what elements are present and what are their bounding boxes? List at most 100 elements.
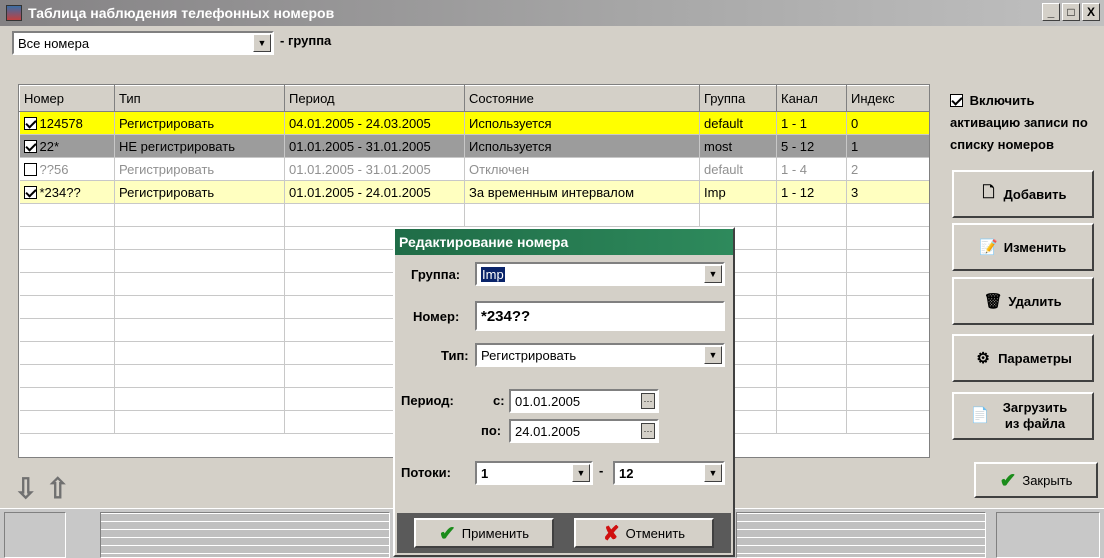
table-cell-period[interactable]: 04.01.2005 - 24.03.2005 [284, 111, 465, 135]
date-picker-icon[interactable]: ··· [641, 393, 655, 409]
date-picker-icon[interactable]: ··· [641, 423, 655, 439]
dialog-button-bar: ✔ Применить ✘ Отменить [397, 513, 731, 553]
table-cell-channel[interactable]: 1 - 12 [776, 180, 847, 204]
empty-cell [19, 249, 115, 273]
move-down-icon[interactable]: ⇩ [14, 472, 37, 505]
table-cell-type[interactable]: Регистрировать [114, 157, 285, 181]
apply-button[interactable]: ✔ Применить [414, 518, 554, 548]
table-cell-channel[interactable]: 5 - 12 [776, 134, 847, 158]
table-cell-type[interactable]: НЕ регистрировать [114, 134, 285, 158]
table-row[interactable]: 124578 Регистрировать 04.01.2005 - 24.03.2… [19, 111, 929, 135]
table-cell-state[interactable]: Используется [464, 111, 700, 135]
stream-from-select[interactable]: 1 ▼ [475, 461, 593, 485]
stream-to-select[interactable]: 12 ▼ [613, 461, 725, 485]
col-channel[interactable]: Канал [776, 85, 847, 112]
chevron-down-icon[interactable]: ▼ [704, 346, 722, 364]
table-cell-number[interactable]: 22* [19, 134, 115, 158]
table-row[interactable]: *234?? Регистрировать 01.01.2005 - 24.01.2… [19, 180, 929, 204]
table-cell-period[interactable]: 01.01.2005 - 31.01.2005 [284, 134, 465, 158]
maximize-button[interactable]: □ [1062, 3, 1080, 21]
enable-recording-checkbox[interactable] [950, 94, 963, 107]
table-cell-type[interactable]: Регистрировать [114, 180, 285, 204]
empty-cell [776, 249, 847, 273]
period-from-input[interactable]: 01.01.2005 ··· [509, 389, 659, 413]
table-row[interactable]: 22* НЕ регистрировать 01.01.2005 - 31.01.2… [19, 134, 929, 158]
close-button[interactable]: ✔ Закрыть [974, 462, 1098, 498]
period-to-input[interactable]: 24.01.2005 ··· [509, 419, 659, 443]
chevron-down-icon[interactable]: ▼ [704, 464, 722, 482]
table-cell-channel[interactable]: 1 - 4 [776, 157, 847, 181]
table-cell-number[interactable]: ??56 [19, 157, 115, 181]
table-cell-state[interactable]: За временным интервалом [464, 180, 700, 204]
table-cell-number[interactable]: 124578 [19, 111, 115, 135]
empty-cell [846, 364, 929, 388]
minimize-button[interactable]: _ [1042, 3, 1060, 21]
group-field-label: Группа: [411, 267, 461, 282]
empty-cell [114, 318, 285, 342]
move-up-icon[interactable]: ⇧ [46, 472, 69, 505]
window-title-bar[interactable]: Таблица наблюдения телефонных номеров _ … [0, 0, 1104, 26]
empty-cell [114, 272, 285, 296]
app-icon [6, 5, 22, 21]
type-select-value: Регистрировать [481, 347, 577, 363]
table-cell-group[interactable]: default [699, 157, 777, 181]
empty-cell [846, 295, 929, 319]
table-cell-group[interactable]: most [699, 134, 777, 158]
empty-cell [846, 249, 929, 273]
row-checkbox[interactable] [23, 139, 37, 153]
add-button[interactable]: 🗋 Добавить [952, 170, 1094, 218]
table-cell-channel[interactable]: 1 - 1 [776, 111, 847, 135]
close-window-button[interactable]: X [1082, 3, 1100, 21]
delete-button[interactable]: 🗑 Удалить [952, 277, 1094, 325]
table-cell-index[interactable]: 0 [846, 111, 929, 135]
table-cell-group[interactable]: Imp [699, 180, 777, 204]
chevron-down-icon[interactable]: ▼ [253, 34, 271, 52]
period-from-value: 01.01.2005 [515, 393, 581, 409]
parameters-button[interactable]: ⚙ Параметры [952, 334, 1094, 382]
col-number[interactable]: Номер [19, 85, 115, 112]
col-index[interactable]: Индекс [846, 85, 929, 112]
status-cell-2 [100, 512, 390, 558]
table-cell-type[interactable]: Регистрировать [114, 111, 285, 135]
empty-cell [776, 226, 847, 250]
number-filter-select[interactable]: Все номера ▼ [12, 31, 274, 55]
empty-cell [846, 410, 929, 434]
table-row[interactable]: ??56 Регистрировать 01.01.2005 - 31.01.200… [19, 157, 929, 181]
col-type[interactable]: Тип [114, 85, 285, 112]
period-to-label: по: [481, 423, 502, 438]
load-from-file-button[interactable]: 📄 Загрузить из файла [952, 392, 1094, 440]
load-from-file-label: Загрузить из файла [1002, 400, 1068, 431]
table-cell-period[interactable]: 01.01.2005 - 24.01.2005 [284, 180, 465, 204]
new-document-icon: 🗋 [982, 183, 995, 201]
enable-recording-option[interactable]: Включить активацию записи по списку номе… [950, 90, 1100, 156]
chevron-down-icon[interactable]: ▼ [572, 464, 590, 482]
dialog-title[interactable]: Редактирование номера [395, 229, 733, 255]
row-checkbox[interactable] [23, 185, 37, 199]
col-period[interactable]: Период [284, 85, 465, 112]
table-cell-state[interactable]: Используется [464, 134, 700, 158]
table-cell-index[interactable]: 1 [846, 134, 929, 158]
edit-number-dialog[interactable]: Редактирование номера Группа: Imp ▼ Номе… [393, 227, 735, 557]
number-input[interactable]: *234?? [475, 301, 725, 331]
col-group[interactable]: Группа [699, 85, 777, 112]
table-cell-state[interactable]: Отключен [464, 157, 700, 181]
col-state[interactable]: Состояние [464, 85, 700, 112]
row-checkbox[interactable] [23, 116, 37, 130]
chevron-down-icon[interactable]: ▼ [704, 265, 722, 283]
cancel-button-label: Отменить [625, 525, 686, 541]
row-number-text: ??56 [39, 161, 69, 177]
table-cell-index[interactable]: 2 [846, 157, 929, 181]
table-cell-group[interactable]: default [699, 111, 777, 135]
table-cell-period[interactable]: 01.01.2005 - 31.01.2005 [284, 157, 465, 181]
type-select[interactable]: Регистрировать ▼ [475, 343, 725, 367]
group-select[interactable]: Imp ▼ [475, 262, 725, 286]
close-button-label: Закрыть [1022, 472, 1073, 488]
cancel-button[interactable]: ✘ Отменить [574, 518, 714, 548]
row-checkbox[interactable] [23, 162, 37, 176]
empty-cell [19, 226, 115, 250]
table-cell-number[interactable]: *234?? [19, 180, 115, 204]
table-cell-index[interactable]: 3 [846, 180, 929, 204]
empty-cell [776, 295, 847, 319]
edit-button[interactable]: 📝 Изменить [952, 223, 1094, 271]
empty-cell [114, 226, 285, 250]
